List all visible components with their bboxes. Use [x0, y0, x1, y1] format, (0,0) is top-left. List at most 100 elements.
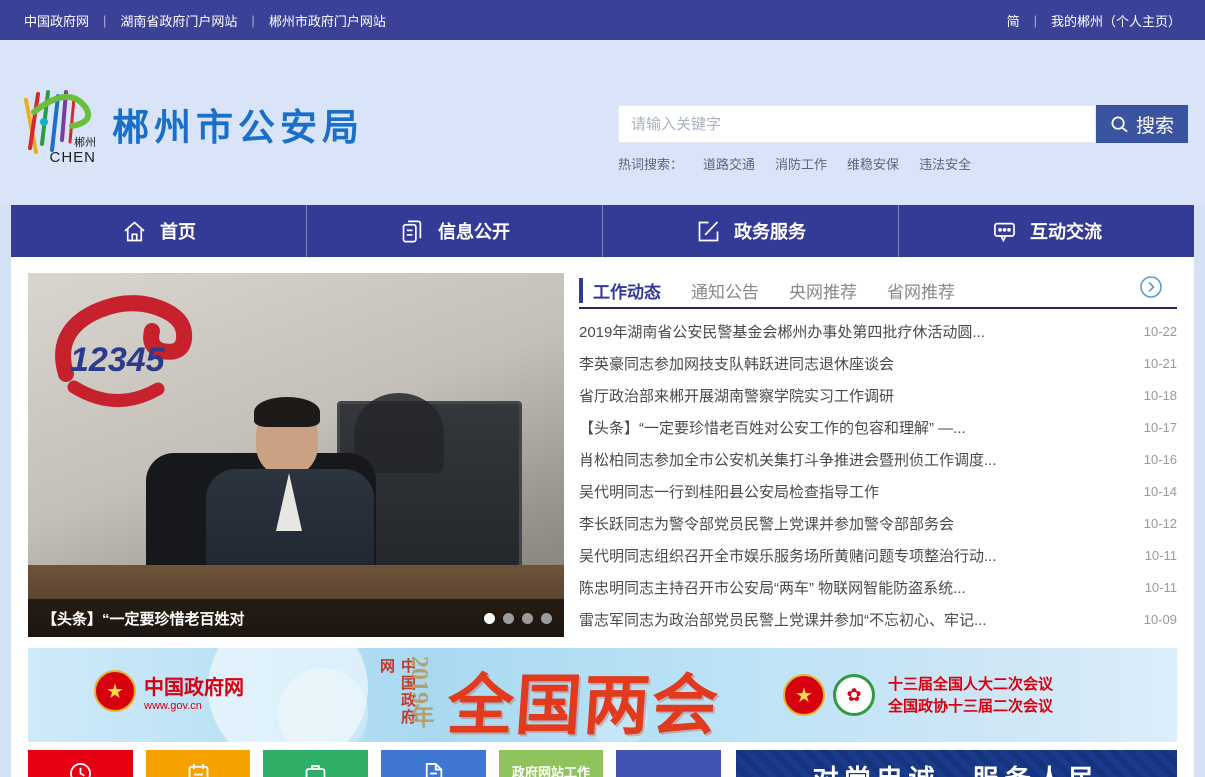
news-row[interactable]: 李英豪同志参加网技支队韩跃进同志退休座谈会 10-21 [579, 347, 1177, 379]
clock-icon [67, 760, 94, 777]
tab-notices[interactable]: 通知公告 [691, 278, 759, 303]
news-title: 2019年湖南省公安民警基金会郴州办事处第四批疗休活动圆... [579, 321, 985, 342]
news-date: 10-12 [1144, 516, 1177, 531]
banner-year: 2019年 [402, 656, 437, 728]
news-row[interactable]: 陈忠明同志主持召开市公安局“两车” 物联网智能防盗系统... 10-11 [579, 571, 1177, 603]
search-input[interactable] [618, 105, 1096, 143]
news-date: 10-17 [1144, 420, 1177, 435]
news-row[interactable]: 【头条】“一定要珍惜老百姓对公安工作的包容和理解” —... 10-17 [579, 411, 1177, 443]
news-row[interactable]: 2019年湖南省公安民警基金会郴州办事处第四批疗休活动圆... 10-22 [579, 315, 1177, 347]
topbar-right-links: 简 | 我的郴州（个人主页） [1007, 11, 1181, 30]
news-title: 吴代明同志组织召开全市娱乐服务场所黄赌问题专项整治行动... [579, 545, 997, 566]
site-logo-icon: 郴州 CHEN [14, 82, 98, 166]
news-title: 雷志军同志为政治部党员民警上党课并参加“不忘初心、牢记... [579, 609, 987, 630]
link-china-gov[interactable]: 中国政府网 [24, 11, 89, 30]
page-title: 郴州市公安局 [112, 97, 364, 151]
news-row[interactable]: 吴代明同志组织召开全市娱乐服务场所黄赌问题专项整治行动... 10-11 [579, 539, 1177, 571]
news-title: 李英豪同志参加网技支队韩跃进同志退休座谈会 [579, 353, 894, 374]
nav-label: 首页 [160, 218, 196, 244]
divider: | [251, 13, 254, 28]
news-date: 10-11 [1145, 580, 1177, 595]
briefcase-icon [302, 760, 329, 777]
tile-label: 政府网站工作 [512, 762, 590, 777]
link-simplified[interactable]: 简 [1007, 11, 1020, 30]
home-icon [121, 218, 148, 245]
calendar-icon [185, 760, 212, 777]
banner-cppcc-line: 全国政协十三届二次会议 [888, 696, 1053, 718]
nav-label: 互动交流 [1030, 218, 1102, 244]
nav-item-services[interactable]: 政务服务 [603, 205, 899, 257]
carousel-photo-person-hair [254, 397, 320, 427]
news-title: 李长跃同志为警令部党员民警上党课并参加警令部部务会 [579, 513, 954, 534]
hotline-12345-logo: 12345 [36, 279, 206, 429]
carousel-dot-4[interactable] [541, 613, 552, 624]
two-sessions-banner[interactable]: ★ 中国政府网 www.gov.cn 中国政府网 2019年 全国两会 ★ ✿ … [28, 648, 1177, 742]
main-nav: 首页 信息公开 政务服务 互动交流 [11, 205, 1194, 257]
topbar-left-links: 中国政府网 | 湖南省政府门户网站 | 郴州市政府门户网站 [24, 11, 386, 30]
news-row[interactable]: 李长跃同志为警令部党员民警上党课并参加警令部部务会 10-12 [579, 507, 1177, 539]
banner-emblems: ★ ✿ [783, 674, 875, 716]
logo-en-text: CHEN [49, 149, 96, 166]
nav-label: 政务服务 [734, 218, 806, 244]
nav-item-info-disclosure[interactable]: 信息公开 [307, 205, 603, 257]
news-title: 【头条】“一定要珍惜老百姓对公安工作的包容和理解” —... [579, 417, 966, 438]
info-doc-icon [399, 218, 426, 245]
carousel-dot-1[interactable] [484, 613, 495, 624]
news-date: 10-14 [1144, 484, 1177, 499]
more-arrow-icon[interactable] [1139, 275, 1163, 299]
quick-link-tile-6[interactable] [616, 750, 721, 777]
top-utility-bar: 中国政府网 | 湖南省政府门户网站 | 郴州市政府门户网站 简 | 我的郴州（个… [0, 0, 1205, 40]
carousel-dots [484, 613, 552, 624]
service-pen-icon [695, 218, 722, 245]
news-date: 10-18 [1144, 388, 1177, 403]
banner-main-title: 全国两会 [445, 652, 724, 742]
report-doc-icon [420, 760, 447, 777]
hot-word-stability[interactable]: 维稳安保 [847, 154, 899, 173]
national-emblem-icon: ★ [94, 670, 136, 712]
news-panel: 工作动态 通知公告 央网推荐 省网推荐 2019年湖南省公安民警基金会郴州办事处… [579, 273, 1177, 637]
link-hunan-gov[interactable]: 湖南省政府门户网站 [120, 11, 237, 30]
gov-site-url: www.gov.cn [144, 700, 244, 712]
search-button[interactable]: 搜索 [1096, 105, 1188, 143]
hot-search-label: 热词搜索： [618, 154, 683, 173]
nav-item-interaction[interactable]: 互动交流 [899, 205, 1194, 257]
site-brand[interactable]: 郴州 CHEN 郴州市公安局 [14, 82, 364, 166]
gov-logo-block: ★ 中国政府网 www.gov.cn [94, 670, 244, 712]
news-list: 2019年湖南省公安民警基金会郴州办事处第四批疗休活动圆... 10-22 李英… [579, 315, 1177, 635]
svg-text:12345: 12345 [70, 341, 166, 379]
news-row[interactable]: 雷志军同志为政治部党员民警上党课并参加“不忘初心、牢记... 10-09 [579, 603, 1177, 635]
carousel-dot-2[interactable] [503, 613, 514, 624]
quick-link-tile-3[interactable] [263, 750, 368, 777]
search-icon [1110, 115, 1129, 134]
news-title: 省厅政治部来郴开展湖南警察学院实习工作调研 [579, 385, 894, 406]
hot-search-row: 热词搜索： 道路交通 消防工作 维稳安保 违法安全 [618, 154, 1188, 173]
hot-word-traffic[interactable]: 道路交通 [703, 154, 755, 173]
gov-site-name: 中国政府网 [144, 671, 244, 700]
quick-link-tile-1[interactable] [28, 750, 133, 777]
logo-cn-text: 郴州 [74, 134, 96, 150]
quick-link-tile-website-report[interactable]: 政府网站工作 [499, 750, 604, 777]
quick-link-tile-2[interactable] [146, 750, 251, 777]
quick-links-row: 政府网站工作 对党忠诚 服务人民 [28, 750, 1177, 777]
tab-central-recommend[interactable]: 央网推荐 [789, 278, 857, 303]
tab-work-news[interactable]: 工作动态 [579, 278, 661, 303]
chat-bubble-icon [991, 218, 1018, 245]
news-date: 10-11 [1145, 548, 1177, 563]
hot-word-fire[interactable]: 消防工作 [775, 154, 827, 173]
tab-province-recommend[interactable]: 省网推荐 [887, 278, 955, 303]
quick-link-tile-4[interactable] [381, 750, 486, 777]
hot-word-illegal[interactable]: 违法安全 [919, 154, 971, 173]
divider: | [103, 13, 106, 28]
cppcc-emblem-icon: ✿ [833, 674, 875, 716]
nav-item-home[interactable]: 首页 [11, 205, 307, 257]
link-chenzhou-gov[interactable]: 郴州市政府门户网站 [269, 11, 386, 30]
headline-carousel[interactable]: 12345 【头条】“一定要珍惜老百姓对 [28, 273, 564, 637]
carousel-dot-3[interactable] [522, 613, 533, 624]
news-title: 肖松柏同志参加全市公安机关集打斗争推进会暨刑侦工作调度... [579, 449, 997, 470]
news-row[interactable]: 肖松柏同志参加全市公安机关集打斗争推进会暨刑侦工作调度... 10-16 [579, 443, 1177, 475]
link-my-chenzhou[interactable]: 我的郴州（个人主页） [1051, 11, 1181, 30]
news-row[interactable]: 省厅政治部来郴开展湖南警察学院实习工作调研 10-18 [579, 379, 1177, 411]
news-row[interactable]: 吴代明同志一行到桂阳县公安局检查指导工作 10-14 [579, 475, 1177, 507]
police-motto-banner[interactable]: 对党忠诚 服务人民 [736, 750, 1177, 777]
news-title: 吴代明同志一行到桂阳县公安局检查指导工作 [579, 481, 879, 502]
